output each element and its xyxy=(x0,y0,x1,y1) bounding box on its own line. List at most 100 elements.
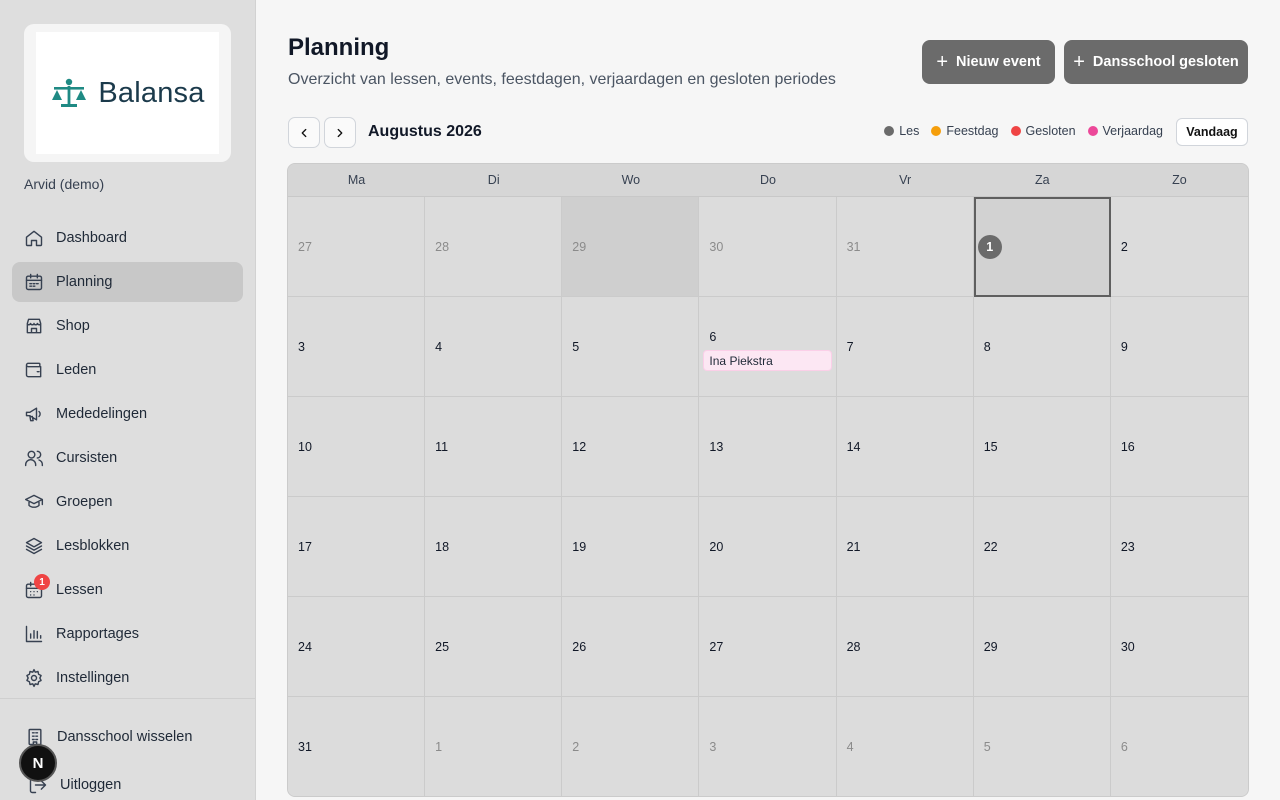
calendar-day-cell[interactable]: 1 xyxy=(973,197,1111,297)
calendar-day-cell[interactable]: 25 xyxy=(425,597,563,697)
calendar-day-cell[interactable]: 1 xyxy=(425,697,563,796)
new-event-label: Nieuw event xyxy=(956,54,1041,70)
calendar-day-cell[interactable]: 8 xyxy=(973,297,1111,397)
weekday-label: Wo xyxy=(621,173,641,187)
sidebar-item-shop[interactable]: Shop xyxy=(12,306,243,346)
school-closed-button[interactable]: + Dansschool gesloten xyxy=(1064,40,1248,84)
calendar-day-cell[interactable]: 3 xyxy=(288,297,426,397)
calendar-day-cell[interactable]: 29 xyxy=(562,197,700,297)
sidebar-item-instellingen[interactable]: Instellingen xyxy=(12,658,243,698)
weekday-header: Ma Di Wo Do Vr Za Zo xyxy=(288,164,1248,197)
calendar-day-cell[interactable]: 6 xyxy=(1110,697,1248,796)
calendar-day-cell[interactable]: 20 xyxy=(699,497,837,597)
calendar-day-cell[interactable]: 18 xyxy=(425,497,563,597)
calendar-day-cell[interactable]: 4 xyxy=(425,297,563,397)
calendar-day-cell[interactable]: 6 Ina Piekstra xyxy=(699,297,837,397)
sidebar-item-leden[interactable]: Leden xyxy=(12,350,243,390)
new-event-button[interactable]: + Nieuw event xyxy=(922,40,1055,84)
sidebar-item-rapportages[interactable]: Rapportages xyxy=(12,614,243,654)
calendar-day-cell[interactable]: 28 xyxy=(425,197,563,297)
sidebar-item-lessen[interactable]: 1 Lessen xyxy=(12,570,243,610)
weekday-label: Vr xyxy=(899,173,912,187)
calendar-day-cell[interactable]: 26 xyxy=(562,597,700,697)
day-number: 15 xyxy=(983,440,998,454)
day-number: 11 xyxy=(435,440,449,454)
logo-card: Balansa xyxy=(24,24,231,162)
sidebar-item-label: Planning xyxy=(56,274,113,290)
calendar-day-cell[interactable]: 31 xyxy=(288,697,426,796)
balance-scale-icon xyxy=(52,78,87,107)
legend-dot xyxy=(1010,126,1021,136)
today-button[interactable]: Vandaag xyxy=(1176,118,1248,146)
users-icon xyxy=(24,448,44,468)
calendar-day-cell[interactable]: 23 xyxy=(1110,497,1248,597)
day-number: 6 xyxy=(709,330,717,344)
day-number: 28 xyxy=(846,640,861,654)
calendar-day-cell[interactable]: 29 xyxy=(973,597,1111,697)
calendar-day-cell[interactable]: 3 xyxy=(699,697,837,796)
calendar-day-cell[interactable]: 10 xyxy=(288,397,426,497)
prev-month-button[interactable] xyxy=(288,117,320,148)
today-day-number: 1 xyxy=(977,235,1002,259)
calendar-day-cell[interactable]: 27 xyxy=(288,197,426,297)
calendar-day-cell[interactable]: 27 xyxy=(699,597,837,697)
day-number: 17 xyxy=(298,540,312,554)
calendar-day-cell[interactable]: 7 xyxy=(836,297,974,397)
sidebar: Balansa Arvid (demo) Dashboard Planning … xyxy=(0,0,256,800)
sidebar-item-mededelingen[interactable]: Mededelingen xyxy=(12,394,243,434)
calendar-day-cell[interactable]: 9 xyxy=(1110,297,1248,397)
calendar-day-cell[interactable]: 31 xyxy=(836,197,974,297)
day-number: 23 xyxy=(1120,540,1135,554)
day-number: 27 xyxy=(709,640,724,654)
day-number: 19 xyxy=(572,540,587,554)
legend: Les Feestdag Gesloten Verjaardag xyxy=(884,124,1163,138)
calendar-day-cell[interactable]: 15 xyxy=(973,397,1111,497)
day-number: 31 xyxy=(298,740,312,754)
sidebar-item-label: Shop xyxy=(56,318,90,334)
calendar-day-cell[interactable]: 22 xyxy=(973,497,1111,597)
calendar-day-cell[interactable]: 5 xyxy=(973,697,1111,796)
sidebar-item-groepen[interactable]: Groepen xyxy=(12,482,243,522)
day-number: 29 xyxy=(983,640,998,654)
legend-item-verjaardag: Verjaardag xyxy=(1087,124,1163,138)
sidebar-item-cursisten[interactable]: Cursisten xyxy=(12,438,243,478)
gear-icon xyxy=(24,668,44,688)
sidebar-item-label: Rapportages xyxy=(56,626,140,642)
calendar-day-cell[interactable]: 30 xyxy=(1110,597,1248,697)
day-number: 4 xyxy=(846,740,854,754)
calendar-day-cell[interactable]: 16 xyxy=(1110,397,1248,497)
calendar-day-cell[interactable]: 4 xyxy=(836,697,974,796)
avatar[interactable]: N xyxy=(19,744,57,782)
calendar-day-cell[interactable]: 11 xyxy=(425,397,563,497)
calendar-day-cell[interactable]: 19 xyxy=(562,497,700,597)
logo[interactable]: Balansa xyxy=(36,32,219,154)
calendar-grid: 27 28 29 30 31 1 2 3 4 5 6 Ina Piekstra 7 8 9 10 11 12 13 1… xyxy=(288,197,1248,796)
day-number: 6 xyxy=(1120,740,1128,754)
calendar-icon xyxy=(24,272,44,292)
day-number: 7 xyxy=(846,340,854,354)
sidebar-item-dashboard[interactable]: Dashboard xyxy=(12,218,243,258)
calendar-day-cell[interactable]: 28 xyxy=(836,597,974,697)
calendar-day-cell[interactable]: 12 xyxy=(562,397,700,497)
sidebar-item-lesblokken[interactable]: Lesblokken xyxy=(12,526,243,566)
legend-item-feestdag: Feestdag xyxy=(931,124,999,138)
calendar-day-cell[interactable]: 13 xyxy=(699,397,837,497)
calendar-day-cell[interactable]: 21 xyxy=(836,497,974,597)
day-number: 4 xyxy=(435,340,443,354)
switch-school-button[interactable]: Dansschool wisselen xyxy=(25,727,192,747)
next-month-button[interactable] xyxy=(324,117,356,148)
school-closed-label: Dansschool gesloten xyxy=(1092,54,1239,70)
calendar-day-cell[interactable]: 5 xyxy=(562,297,700,397)
calendar-day-cell[interactable]: 30 xyxy=(699,197,837,297)
calendar-day-cell[interactable]: 24 xyxy=(288,597,426,697)
calendar-day-cell[interactable]: 2 xyxy=(562,697,700,796)
home-icon xyxy=(24,228,44,248)
calendar-day-cell[interactable]: 2 xyxy=(1110,197,1248,297)
event-birthday[interactable]: Ina Piekstra xyxy=(703,350,832,371)
calendar-day-cell[interactable]: 17 xyxy=(288,497,426,597)
legend-label: Feestdag xyxy=(946,124,999,138)
calendar-day-cell[interactable]: 14 xyxy=(836,397,974,497)
plus-icon: + xyxy=(1073,51,1085,73)
day-number: 27 xyxy=(298,240,312,254)
sidebar-item-planning[interactable]: Planning xyxy=(12,262,243,302)
